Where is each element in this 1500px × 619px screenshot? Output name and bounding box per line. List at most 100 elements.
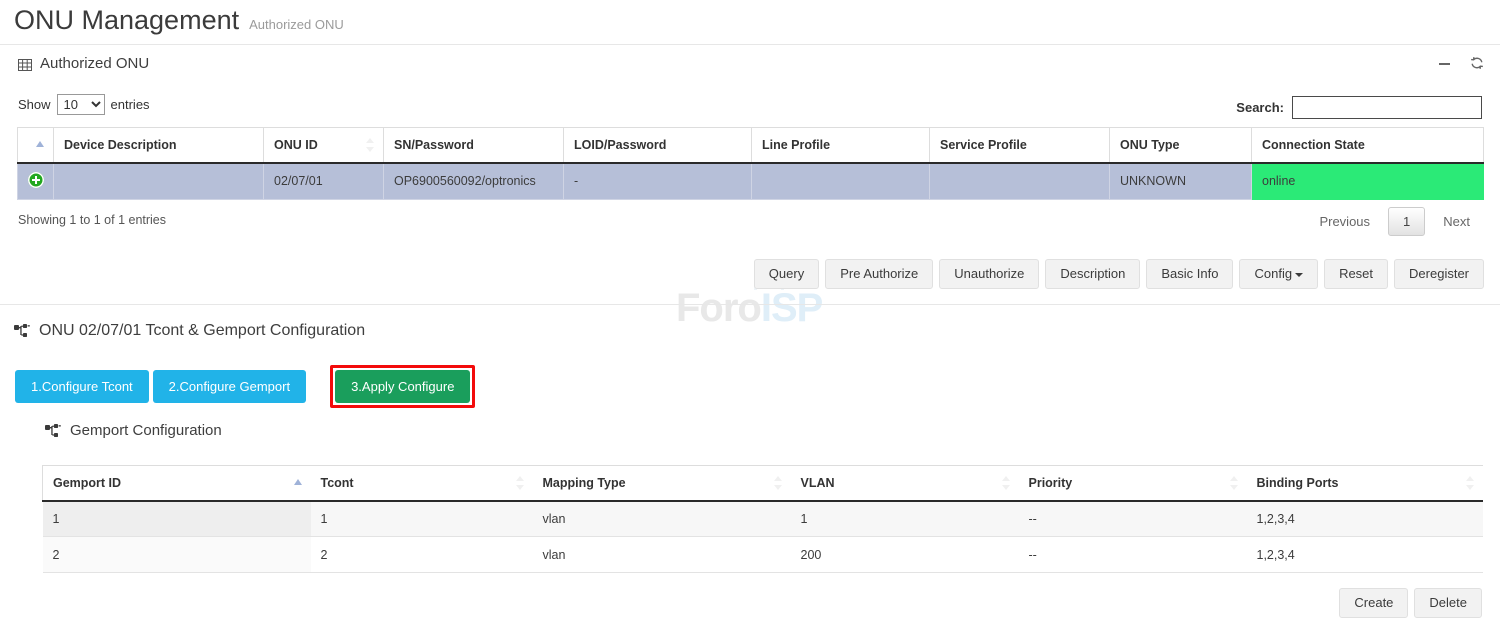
table-grid-icon bbox=[18, 58, 32, 70]
column-header-label: LOID/Password bbox=[574, 138, 666, 152]
column-header-label: ONU ID bbox=[274, 138, 318, 152]
column-header-loid-password[interactable]: LOID/Password bbox=[564, 128, 752, 163]
sort-both-icon bbox=[1002, 476, 1011, 490]
page-title: ONU Management bbox=[14, 5, 239, 36]
column-header-onu-type[interactable]: ONU Type bbox=[1110, 128, 1252, 163]
table-row[interactable]: 11vlan1--1,2,3,4 bbox=[43, 501, 1483, 537]
cell-line-profile bbox=[752, 163, 930, 200]
cell-priority: -- bbox=[1019, 537, 1247, 573]
entries-label: entries bbox=[111, 97, 150, 112]
tab-step-2[interactable]: 2.Configure Gemport bbox=[153, 370, 306, 403]
cell-loid-password: - bbox=[564, 163, 752, 200]
column-header-connection-state[interactable]: Connection State bbox=[1252, 128, 1484, 163]
header-divider bbox=[0, 44, 1500, 45]
button-label: Query bbox=[769, 266, 804, 281]
configure-step-tabs: 1.Configure Tcont 2.Configure Gemport 3.Ap… bbox=[15, 365, 475, 408]
column-header-tcont[interactable]: Tcont bbox=[311, 466, 533, 501]
foroisp-watermark: ForoISP bbox=[676, 286, 822, 331]
page-subtitle: Authorized ONU bbox=[249, 17, 344, 32]
column-header-label: Gemport ID bbox=[53, 476, 121, 490]
cell-binding-ports: 1,2,3,4 bbox=[1247, 501, 1483, 537]
tcont-gemport-heading-label: ONU 02/07/01 Tcont & Gemport Configurati… bbox=[39, 322, 365, 340]
panel-title-group: Authorized ONU bbox=[18, 55, 149, 72]
cell-priority: -- bbox=[1019, 501, 1247, 537]
button-label: Description bbox=[1060, 266, 1125, 281]
pagination-page-1[interactable]: 1 bbox=[1388, 207, 1425, 236]
cell-service-profile bbox=[930, 163, 1110, 200]
table-header-row: Gemport ID TcontMapping TypeVLAN Priority B… bbox=[43, 466, 1483, 501]
cell-device-description bbox=[54, 163, 264, 200]
pagination-next[interactable]: Next bbox=[1431, 208, 1482, 235]
watermark-foro: Foro bbox=[676, 286, 761, 330]
column-header-device-description[interactable]: Device Description bbox=[54, 128, 264, 163]
gemport-heading-label: Gemport Configuration bbox=[70, 422, 222, 439]
button-label: Delete bbox=[1429, 595, 1467, 610]
create-button[interactable]: Create bbox=[1339, 588, 1408, 618]
basic-info-button[interactable]: Basic Info bbox=[1146, 259, 1233, 289]
cell-gemport-id: 1 bbox=[43, 501, 311, 537]
sort-ascending-icon bbox=[294, 476, 303, 490]
highlight-box: 3.Apply Configure bbox=[330, 365, 475, 408]
search-filter: Search: bbox=[1236, 96, 1482, 119]
tab-step-1[interactable]: 1.Configure Tcont bbox=[15, 370, 149, 403]
description-button[interactable]: Description bbox=[1045, 259, 1140, 289]
sort-both-icon bbox=[516, 476, 525, 490]
show-label: Show bbox=[18, 97, 51, 112]
config-dropdown-button[interactable]: Config bbox=[1239, 259, 1318, 289]
table-row[interactable]: 22vlan200--1,2,3,4 bbox=[43, 537, 1483, 573]
deregister-button[interactable]: Deregister bbox=[1394, 259, 1484, 289]
cell-gemport-id: 2 bbox=[43, 537, 311, 573]
query-button[interactable]: Query bbox=[754, 259, 819, 289]
sort-both-icon bbox=[366, 138, 375, 152]
column-header-vlan[interactable]: VLAN bbox=[791, 466, 1019, 501]
tab-label: 3.Apply Configure bbox=[351, 379, 454, 394]
column-header-priority[interactable]: Priority bbox=[1019, 466, 1247, 501]
search-input[interactable] bbox=[1292, 96, 1482, 119]
authorized-onu-panel-header: Authorized ONU bbox=[0, 50, 1500, 84]
cell-binding-ports: 1,2,3,4 bbox=[1247, 537, 1483, 573]
column-header-label: Priority bbox=[1029, 476, 1073, 490]
column-header-mapping-type[interactable]: Mapping Type bbox=[533, 466, 791, 501]
pagination-previous[interactable]: Previous bbox=[1307, 208, 1382, 235]
plus-circle-icon[interactable] bbox=[28, 172, 44, 188]
tab-label: 2.Configure Gemport bbox=[169, 379, 290, 394]
search-label: Search: bbox=[1236, 100, 1284, 115]
column-header-binding-ports[interactable]: Binding Ports bbox=[1247, 466, 1483, 501]
button-label: Create bbox=[1354, 595, 1393, 610]
delete-button[interactable]: Delete bbox=[1414, 588, 1482, 618]
cell-mapping-type: vlan bbox=[533, 501, 791, 537]
tab-label: 1.Configure Tcont bbox=[31, 379, 133, 394]
column-header-label: SN/Password bbox=[394, 138, 474, 152]
entries-length-control: Show 102550100 entries bbox=[18, 94, 150, 115]
column-header-gemport-id[interactable]: Gemport ID bbox=[43, 466, 311, 501]
column-header-sn-password[interactable]: SN/Password bbox=[384, 128, 564, 163]
table-row[interactable]: 02/07/01OP6900560092/optronics-UNKNOWNon… bbox=[18, 163, 1484, 200]
table-header-row: Device Description ONU ID SN/Password LOID/… bbox=[18, 128, 1484, 163]
row-expand-cell[interactable] bbox=[18, 163, 54, 200]
cell-onu-type: UNKNOWN bbox=[1110, 163, 1252, 200]
cell-tcont: 1 bbox=[311, 501, 533, 537]
gemport-action-buttons: Create Delete bbox=[1339, 588, 1482, 618]
tab-step-3[interactable]: 3.Apply Configure bbox=[335, 370, 470, 403]
sitemap-icon bbox=[45, 424, 61, 438]
unauthorize-button[interactable]: Unauthorize bbox=[939, 259, 1039, 289]
cell-sn-password: OP6900560092/optronics bbox=[384, 163, 564, 200]
column-header-line-profile[interactable]: Line Profile bbox=[752, 128, 930, 163]
pre-authorize-button[interactable]: Pre Authorize bbox=[825, 259, 933, 289]
refresh-icon[interactable] bbox=[1470, 56, 1484, 74]
sort-ascending-icon bbox=[36, 138, 45, 152]
chevron-down-icon bbox=[1295, 273, 1303, 277]
panel-title-label: Authorized ONU bbox=[40, 55, 149, 72]
sitemap-icon bbox=[14, 324, 30, 338]
minimize-icon[interactable] bbox=[1439, 57, 1450, 73]
panel-tools bbox=[1439, 56, 1484, 74]
column-header-label: ONU Type bbox=[1120, 138, 1180, 152]
sort-both-icon bbox=[1466, 476, 1475, 490]
pagination: Previous 1 Next bbox=[1307, 207, 1482, 236]
reset-button[interactable]: Reset bbox=[1324, 259, 1388, 289]
column-header-onu-id[interactable]: ONU ID bbox=[264, 128, 384, 163]
page-length-select[interactable]: 102550100 bbox=[57, 94, 105, 115]
column-header-service-profile[interactable]: Service Profile bbox=[930, 128, 1110, 163]
column-header-expand[interactable] bbox=[18, 128, 54, 163]
cell-onu-id: 02/07/01 bbox=[264, 163, 384, 200]
